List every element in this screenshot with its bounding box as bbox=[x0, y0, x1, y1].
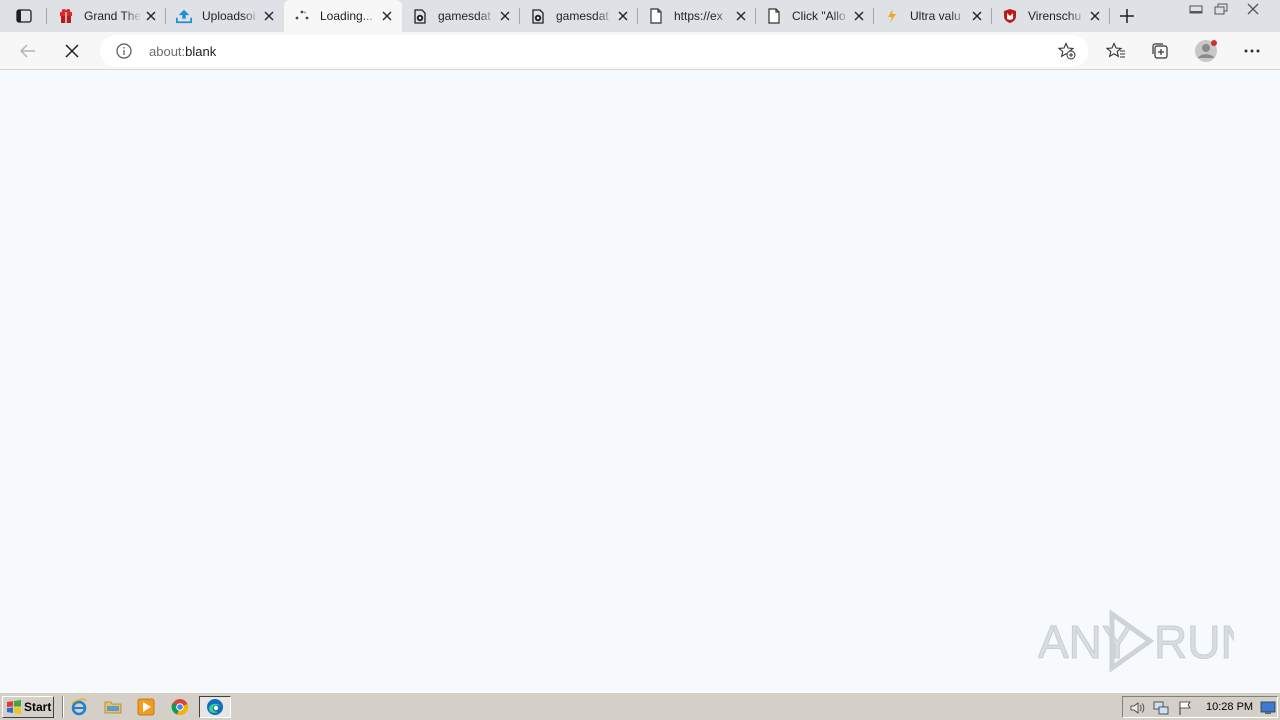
network-icon[interactable] bbox=[1153, 700, 1169, 716]
media-player-icon[interactable] bbox=[137, 698, 155, 716]
close-icon[interactable] bbox=[970, 9, 984, 23]
close-icon[interactable] bbox=[144, 9, 158, 23]
tab-actions-icon bbox=[16, 9, 32, 23]
watermark-text-left: ANY bbox=[1038, 616, 1133, 668]
edge-icon bbox=[207, 699, 223, 715]
gamesdatabase-icon bbox=[530, 8, 546, 24]
tab-https-ex[interactable]: https://ex bbox=[638, 0, 756, 32]
url-path: blank bbox=[185, 44, 217, 59]
upload-arrow-icon bbox=[176, 8, 192, 24]
close-icon[interactable] bbox=[852, 9, 866, 23]
favorites-button[interactable] bbox=[1102, 37, 1130, 65]
page-icon bbox=[766, 8, 782, 24]
watermark-text-right: RUN bbox=[1154, 616, 1234, 668]
stop-loading-button[interactable] bbox=[58, 37, 86, 65]
anyrun-watermark-logo: ANY RUN bbox=[1038, 610, 1234, 672]
tab-actions-button[interactable] bbox=[10, 5, 38, 27]
tab-grand-theft[interactable]: Grand The bbox=[48, 0, 166, 32]
start-label: Start bbox=[24, 700, 52, 714]
page-icon bbox=[648, 8, 664, 24]
more-dots-icon bbox=[1244, 49, 1260, 53]
internet-explorer-icon[interactable] bbox=[70, 698, 88, 716]
page-content bbox=[0, 71, 1280, 692]
taskbar-separator bbox=[62, 696, 64, 718]
url-text[interactable]: about:blank bbox=[149, 44, 216, 59]
plus-icon bbox=[1120, 9, 1134, 23]
show-desktop-icon[interactable] bbox=[1260, 700, 1276, 716]
tab-gamesdatabase-2[interactable]: gamesdat bbox=[520, 0, 638, 32]
tab-title: Uploadsoi bbox=[202, 9, 260, 23]
tab-virenschutz[interactable]: Virenschu bbox=[992, 0, 1110, 32]
tab-click-allow[interactable]: Click "Allo bbox=[756, 0, 874, 32]
volume-icon[interactable] bbox=[1129, 700, 1145, 716]
system-tray: 10:28 PM bbox=[1122, 696, 1278, 718]
tab-title: Ultra valu bbox=[910, 9, 968, 23]
tab-title: Click "Allo bbox=[792, 9, 850, 23]
tab-separator bbox=[46, 8, 47, 24]
taskbar: Start 10:28 PM bbox=[0, 692, 1280, 720]
tab-strip: Grand The Uploadsoi Loading... gamesdat bbox=[0, 0, 1280, 32]
close-icon[interactable] bbox=[1088, 9, 1102, 23]
tab-title: gamesdat bbox=[438, 9, 496, 23]
close-window-icon bbox=[1247, 3, 1259, 15]
restore-button[interactable] bbox=[1208, 0, 1234, 18]
red-gift-icon bbox=[58, 8, 74, 24]
restore-icon bbox=[1214, 3, 1228, 15]
avatar-icon bbox=[1195, 40, 1217, 62]
close-icon[interactable] bbox=[498, 9, 512, 23]
stop-x-icon bbox=[65, 44, 79, 58]
browser-toolbar: about:blank bbox=[0, 32, 1280, 70]
tab-title: Loading... bbox=[320, 9, 380, 23]
back-button[interactable] bbox=[14, 37, 42, 65]
tab-separator bbox=[1109, 8, 1110, 24]
close-icon[interactable] bbox=[734, 9, 748, 23]
tab-gamesdatabase-1[interactable]: gamesdat bbox=[402, 0, 520, 32]
lightning-icon bbox=[884, 8, 900, 24]
loading-spinner-icon bbox=[294, 8, 310, 24]
profile-button[interactable] bbox=[1192, 37, 1220, 65]
edge-task-button[interactable] bbox=[199, 696, 231, 718]
chrome-icon[interactable] bbox=[171, 698, 189, 716]
url-scheme: about: bbox=[149, 44, 186, 59]
collections-button[interactable] bbox=[1146, 37, 1174, 65]
minimize-button[interactable] bbox=[1183, 0, 1209, 18]
gamesdatabase-icon bbox=[412, 8, 428, 24]
desktop: Grand The Uploadsoi Loading... gamesdat bbox=[0, 0, 1280, 720]
tab-uploadsoi[interactable]: Uploadsoi bbox=[166, 0, 284, 32]
collections-icon bbox=[1152, 43, 1168, 59]
minimize-icon bbox=[1189, 5, 1203, 14]
tab-ultra-value[interactable]: Ultra valu bbox=[874, 0, 992, 32]
close-icon[interactable] bbox=[380, 9, 394, 23]
back-arrow-icon bbox=[19, 44, 35, 58]
mcafee-shield-icon bbox=[1002, 8, 1018, 24]
new-tab-button[interactable] bbox=[1116, 5, 1138, 27]
tab-title: gamesdat bbox=[556, 9, 614, 23]
folder-icon[interactable] bbox=[104, 698, 122, 716]
settings-menu-button[interactable] bbox=[1238, 37, 1266, 65]
address-bar[interactable]: about:blank bbox=[100, 35, 1088, 67]
close-window-button[interactable] bbox=[1240, 0, 1266, 18]
close-icon[interactable] bbox=[616, 9, 630, 23]
info-icon[interactable] bbox=[116, 43, 132, 59]
clock: 10:28 PM bbox=[1206, 701, 1254, 713]
tab-loading[interactable]: Loading... bbox=[284, 0, 402, 32]
tab-title: Virenschu bbox=[1028, 9, 1086, 23]
flag-icon[interactable] bbox=[1177, 700, 1193, 716]
tab-title: https://ex bbox=[674, 9, 732, 23]
add-favorite-icon[interactable] bbox=[1058, 42, 1076, 60]
tab-title: Grand The bbox=[84, 9, 142, 23]
windows-logo-icon bbox=[7, 700, 21, 714]
close-icon[interactable] bbox=[262, 9, 276, 23]
start-button[interactable]: Start bbox=[2, 696, 54, 718]
favorites-star-icon bbox=[1106, 42, 1125, 58]
